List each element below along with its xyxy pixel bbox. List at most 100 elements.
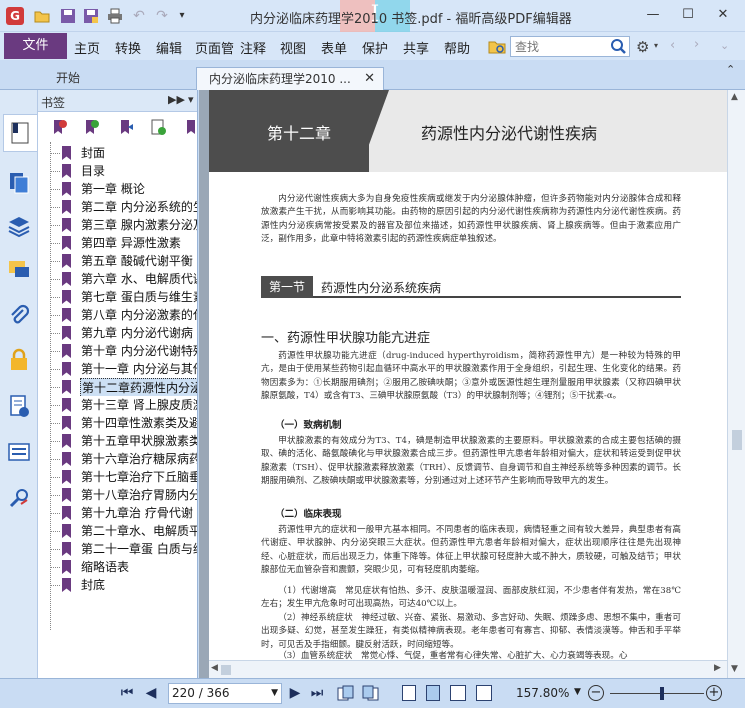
signature-icon[interactable]: [7, 486, 31, 510]
bookmark-item[interactable]: 第二十章水、电解质平: [62, 522, 197, 540]
collapse-panel-icon[interactable]: ▶▶: [168, 93, 185, 106]
search-box[interactable]: [510, 36, 630, 57]
horizontal-scroll-thumb[interactable]: [221, 665, 231, 675]
zoom-slider-thumb[interactable]: [660, 687, 664, 700]
attachments-icon[interactable]: [7, 304, 31, 328]
bookmark-item[interactable]: 第九章 内分泌代谢病: [62, 324, 197, 342]
add-bookmark-icon[interactable]: [83, 119, 99, 135]
menu-home[interactable]: 主页: [74, 38, 100, 57]
document-properties-icon[interactable]: [7, 394, 31, 418]
vertical-scroll-thumb[interactable]: [732, 430, 742, 450]
first-page-icon[interactable]: ⏮: [118, 684, 136, 702]
bookmark-item[interactable]: 缩略语表: [62, 558, 197, 576]
window-close-button[interactable]: ✕: [710, 4, 736, 26]
vertical-scrollbar[interactable]: ▲ ▼: [727, 90, 745, 678]
bookmark-item[interactable]: 第七章 蛋白质与维生素: [62, 288, 197, 306]
close-icon[interactable]: ✕: [364, 68, 375, 90]
page-thumbnails-icon[interactable]: [7, 170, 31, 194]
scroll-down-icon[interactable]: ▼: [731, 664, 738, 674]
previous-view-icon[interactable]: [336, 684, 354, 702]
zoom-slider-track[interactable]: [610, 693, 704, 694]
bookmark-item[interactable]: 第三章 腺内激素分泌及: [62, 216, 197, 234]
bookmark-item[interactable]: 封面: [62, 144, 197, 162]
bookmark-item[interactable]: 第十六章治疗糖尿病药: [62, 450, 197, 468]
save-icon[interactable]: [60, 8, 76, 24]
single-page-view-icon[interactable]: [402, 685, 416, 701]
bookmark-item[interactable]: 第二章 内分泌系统的生: [62, 198, 197, 216]
bookmark-item[interactable]: 第十五章甲状腺激素类: [62, 432, 197, 450]
bookmark-item[interactable]: 第八章 内分泌激素的代: [62, 306, 197, 324]
settings-dropdown-icon[interactable]: ▾: [654, 41, 658, 50]
bookmark-item[interactable]: 第十三章 肾上腺皮质激: [62, 396, 197, 414]
bookmark-item[interactable]: 第四章 异源性激素: [62, 234, 197, 252]
bookmark-item[interactable]: 第十九章治 疗骨代谢: [62, 504, 197, 522]
tab-start[interactable]: 开始: [44, 67, 194, 90]
redo-icon[interactable]: ↷: [154, 8, 170, 24]
quick-access-dropdown-icon[interactable]: ▾: [174, 8, 190, 24]
bookmark-item[interactable]: 目录: [62, 162, 197, 180]
bookmark-item[interactable]: 第十七章治疗下丘脑垂: [62, 468, 197, 486]
window-minimize-button[interactable]: —: [640, 4, 666, 26]
zoom-level[interactable]: 157.80%: [516, 686, 569, 700]
open-folder-icon[interactable]: [34, 8, 50, 24]
new-page-bookmark-icon[interactable]: [150, 119, 166, 135]
print-icon[interactable]: [107, 8, 123, 24]
previous-page-icon[interactable]: ◀: [142, 684, 160, 702]
ribbon-collapse-icon[interactable]: ⌃: [726, 63, 735, 76]
bookmark-item[interactable]: 第二十一章蛋 白质与维: [62, 540, 197, 558]
bookmark-item[interactable]: 第一章 概论: [62, 180, 197, 198]
zoom-out-icon[interactable]: −: [588, 685, 604, 701]
layers-icon[interactable]: [7, 214, 31, 238]
menu-comment[interactable]: 注释: [240, 38, 266, 57]
bookmark-item[interactable]: 第十八章治疗胃肠内分: [62, 486, 197, 504]
menu-view[interactable]: 视图: [280, 38, 306, 57]
continuous-view-icon[interactable]: [426, 685, 440, 701]
horizontal-scrollbar[interactable]: ◀ ▶: [209, 660, 727, 678]
bookmark-item[interactable]: 第十四章性激素类及避: [62, 414, 197, 432]
bookmark-item[interactable]: 第五章 酸碱代谢平衡: [62, 252, 197, 270]
menu-page-manage[interactable]: 页面管: [195, 38, 239, 57]
app-logo-icon[interactable]: G: [6, 7, 24, 25]
content-list-icon[interactable]: [7, 440, 31, 464]
chevron-down-icon[interactable]: ⌄: [720, 39, 729, 52]
menu-edit[interactable]: 编辑: [156, 38, 182, 57]
page-dropdown-icon[interactable]: ▼: [271, 684, 278, 703]
last-page-icon[interactable]: ⏭: [308, 684, 326, 702]
menu-help[interactable]: 帮助: [444, 38, 470, 57]
bookmark-flag-icon[interactable]: [118, 119, 134, 135]
zoom-dropdown-icon[interactable]: ▼: [574, 687, 581, 697]
menu-share[interactable]: 共享: [403, 38, 429, 57]
panel-options-icon[interactable]: ▾: [188, 93, 194, 106]
bookmark-item[interactable]: 第十一章 内分泌与其他: [62, 360, 197, 378]
facing-view-icon[interactable]: [450, 685, 466, 701]
save-as-icon[interactable]: [83, 8, 99, 24]
bookmark-item[interactable]: 封底: [62, 576, 197, 594]
lock-icon[interactable]: [7, 348, 31, 372]
undo-icon[interactable]: ↶: [131, 8, 147, 24]
menu-convert[interactable]: 转换: [115, 38, 141, 57]
delete-bookmark-icon[interactable]: [51, 119, 67, 135]
bookmark-item[interactable]: 第十章 内分泌代谢特殊: [62, 342, 197, 360]
file-menu-button[interactable]: 文件: [4, 33, 67, 59]
continuous-facing-view-icon[interactable]: [476, 685, 492, 701]
scroll-up-icon[interactable]: ▲: [731, 92, 738, 102]
search-input[interactable]: [511, 37, 606, 56]
search-icon[interactable]: [610, 38, 627, 55]
comments-icon[interactable]: [7, 258, 31, 282]
document-viewport[interactable]: 第十二章 药源性内分泌代谢性疾病 内分泌代谢性疾病大多为自身免疫性疾病或继发于内…: [199, 90, 745, 678]
next-view-icon[interactable]: [362, 684, 380, 702]
page-number-box[interactable]: 220 / 366 ▼: [168, 683, 282, 704]
nav-forward-icon[interactable]: ›: [694, 37, 699, 52]
nav-back-icon[interactable]: ‹: [670, 38, 675, 53]
gear-icon[interactable]: ⚙: [636, 38, 649, 56]
scroll-right-icon[interactable]: ▶: [714, 663, 721, 673]
menu-form[interactable]: 表单: [321, 38, 347, 57]
next-page-icon[interactable]: ▶: [286, 684, 304, 702]
scroll-left-icon[interactable]: ◀: [211, 663, 218, 673]
bookmark-item[interactable]: 第十二章药源性内分泌: [62, 378, 197, 396]
window-maximize-button[interactable]: ☐: [675, 4, 701, 26]
tab-document[interactable]: 内分泌临床药理学2010 ... ✕: [196, 67, 384, 90]
bookmark-item[interactable]: 第六章 水、电解质代谢: [62, 270, 197, 288]
expand-bookmark-icon[interactable]: [184, 119, 197, 135]
bookmarks-panel-button[interactable]: [3, 114, 37, 152]
